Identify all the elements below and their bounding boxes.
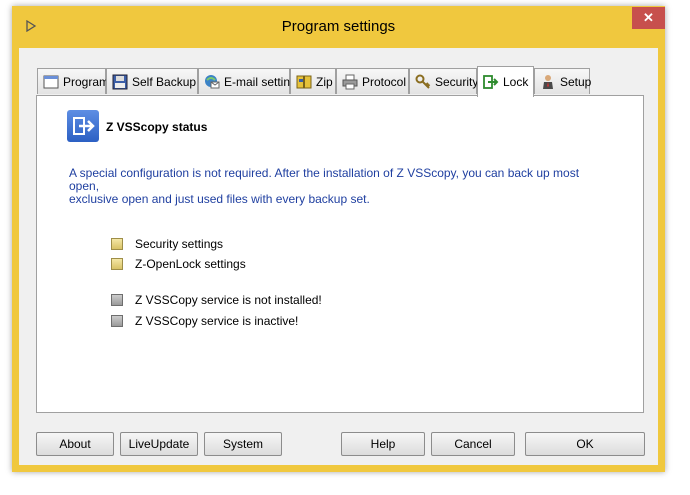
yellow-square-icon bbox=[111, 238, 123, 250]
tab-self-backup[interactable]: Self Backup bbox=[106, 68, 198, 94]
tab-lock[interactable]: Lock bbox=[477, 66, 534, 97]
tab-label: Setup bbox=[560, 74, 592, 89]
tab-label: Self Backup bbox=[132, 74, 197, 89]
info-text: A special configuration is not required.… bbox=[69, 167, 609, 206]
tab-label: Zip bbox=[316, 74, 333, 89]
status-title: Z VSScopy status bbox=[106, 120, 208, 134]
info-line: exclusive open and just used files with … bbox=[69, 192, 370, 206]
user-icon bbox=[539, 73, 557, 91]
z-openlock-settings-item[interactable]: Z-OpenLock settings bbox=[111, 256, 246, 272]
security-settings-item[interactable]: Security settings bbox=[111, 236, 223, 252]
close-button[interactable]: ✕ bbox=[632, 7, 665, 29]
zip-icon bbox=[295, 73, 313, 91]
tab-email-setting[interactable]: E-mail setting bbox=[198, 68, 297, 94]
tab-label: E-mail setting bbox=[224, 74, 297, 89]
floppy-icon bbox=[111, 73, 129, 91]
tab-setup[interactable]: Setup bbox=[534, 68, 592, 94]
lock-arrow-icon bbox=[482, 73, 500, 91]
printer-icon bbox=[341, 73, 359, 91]
liveupdate-button[interactable]: LiveUpdate bbox=[120, 432, 198, 456]
window-title: Program settings bbox=[281, 18, 396, 35]
gray-square-icon bbox=[111, 315, 123, 327]
program-settings-window: Program settings ✕ Program Self Backup E… bbox=[12, 6, 665, 472]
client-area: Program Self Backup E-mail setting Zip P… bbox=[19, 48, 658, 465]
title-bar[interactable]: Program settings ✕ bbox=[12, 6, 665, 48]
cancel-button[interactable]: Cancel bbox=[431, 432, 515, 456]
help-button[interactable]: Help bbox=[341, 432, 425, 456]
yellow-square-icon bbox=[111, 258, 123, 270]
gray-square-icon bbox=[111, 294, 123, 306]
email-icon bbox=[203, 73, 221, 91]
tab-protocol[interactable]: Protocol bbox=[336, 68, 409, 94]
tab-label: Protocol bbox=[362, 74, 407, 89]
system-button[interactable]: System bbox=[204, 432, 282, 456]
ok-button[interactable]: OK bbox=[525, 432, 645, 456]
tab-label: Lock bbox=[503, 75, 529, 89]
program-icon bbox=[42, 73, 60, 91]
service-inactive-item[interactable]: Z VSSCopy service is inactive! bbox=[111, 313, 298, 329]
about-button[interactable]: About bbox=[36, 432, 114, 456]
key-icon bbox=[414, 73, 432, 91]
vss-status-icon bbox=[67, 110, 99, 142]
tab-label: Security bbox=[435, 74, 479, 89]
tab-program[interactable]: Program bbox=[37, 68, 110, 94]
tab-label: Program bbox=[63, 74, 110, 89]
tab-zip[interactable]: Zip bbox=[290, 68, 336, 94]
tab-security[interactable]: Security bbox=[409, 68, 479, 94]
service-not-installed-item[interactable]: Z VSSCopy service is not installed! bbox=[111, 292, 322, 308]
lock-tab-panel: Z VSScopy status A special configuration… bbox=[36, 95, 644, 413]
info-line: A special configuration is not required.… bbox=[69, 166, 580, 193]
